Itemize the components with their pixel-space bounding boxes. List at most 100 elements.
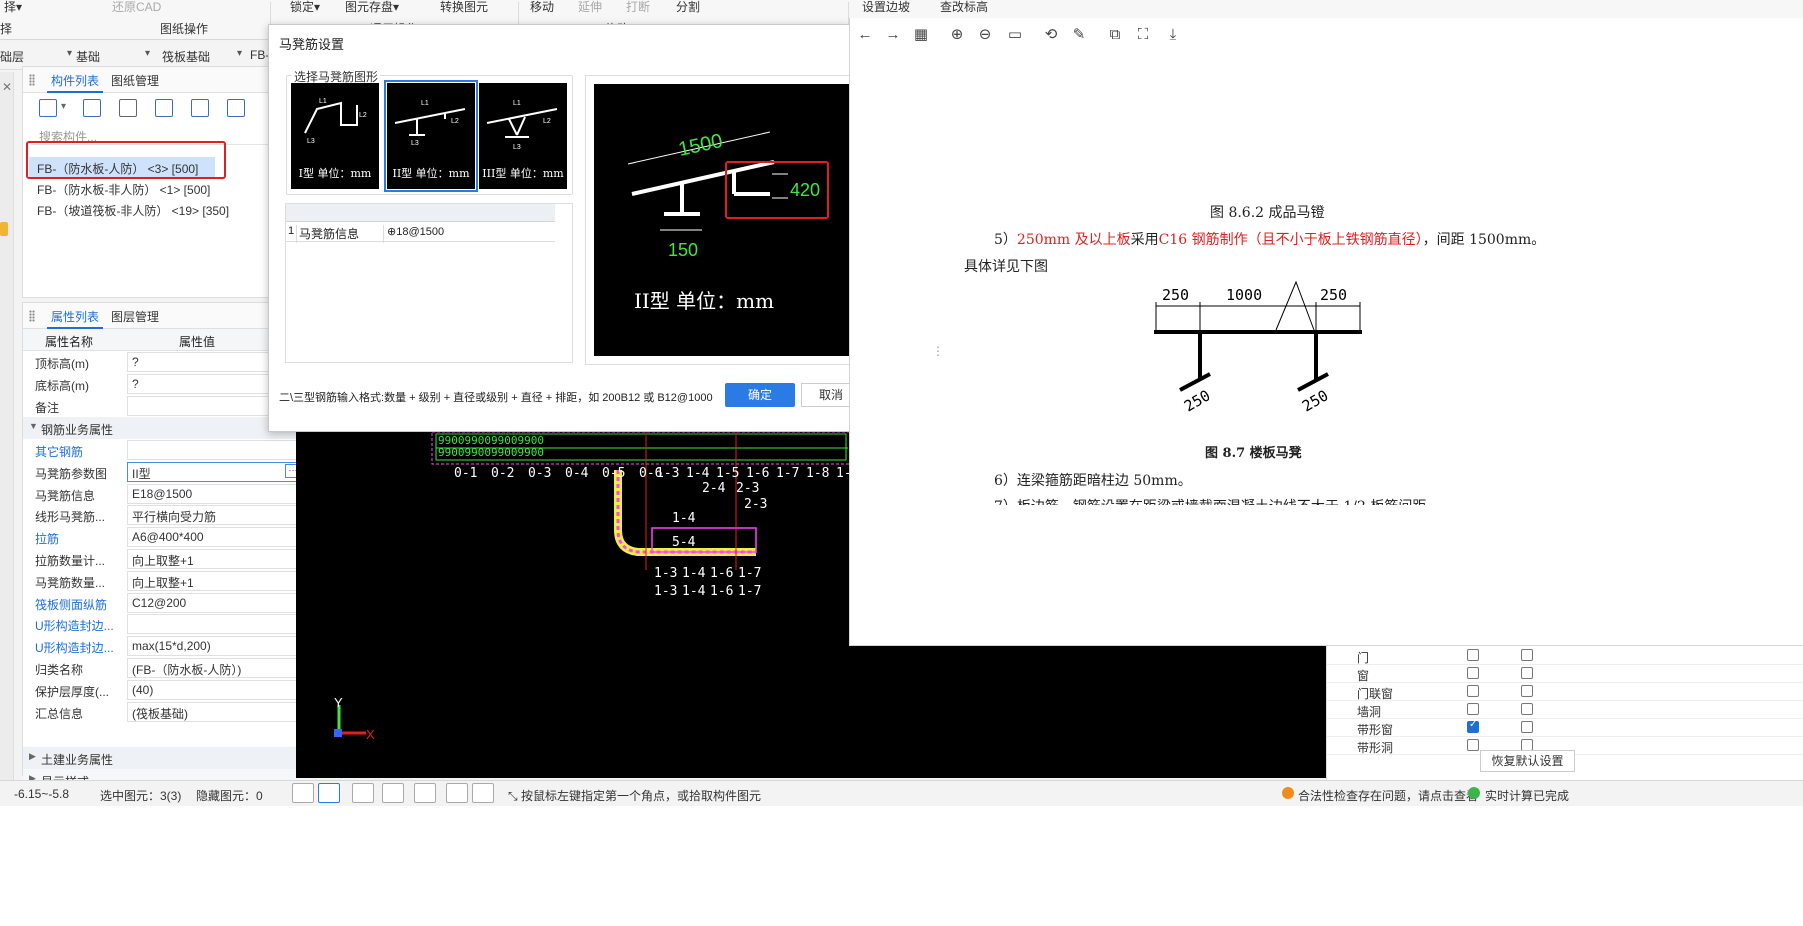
property-value[interactable]: 平行横向受力筋 [127, 505, 302, 526]
rotate-icon[interactable]: ⟲ [1042, 26, 1060, 44]
property-value[interactable]: E18@1500 [127, 483, 302, 504]
property-value[interactable]: (40) [127, 679, 302, 700]
zoom-out-icon[interactable]: ⊖ [976, 26, 994, 44]
checkbox[interactable] [1521, 685, 1533, 697]
property-value[interactable]: max(15*d,200) [127, 636, 302, 657]
display-icon[interactable] [446, 783, 468, 803]
tab-component-list[interactable]: 构件列表 [46, 72, 104, 93]
tab-layer-management[interactable]: 图层管理 [111, 308, 159, 325]
checkbox[interactable] [1467, 719, 1479, 733]
edit-elevation-button[interactable]: 查改标高 [940, 0, 988, 15]
property-value[interactable]: A6@400*400 [127, 527, 302, 548]
ok-button[interactable]: 确定 [725, 383, 795, 407]
drag-handle-icon[interactable]: ⋮ [932, 344, 944, 358]
property-row[interactable]: 马凳筋信息 E18@1500 [23, 483, 311, 505]
lock-menu[interactable]: 锁定▾ [290, 0, 320, 15]
checkbox[interactable] [1467, 667, 1479, 679]
copy-icon[interactable] [83, 99, 101, 117]
property-value[interactable]: (筏板基础) [127, 701, 302, 722]
property-row[interactable]: 马凳筋参数图 II型 ··· [23, 461, 311, 483]
checklist-label: 墙洞 [1357, 705, 1382, 719]
list-item[interactable]: FB-（坡道筏板-非人防） <19> [350] [29, 199, 237, 219]
shape-2-icon: L1 L2 L3 [394, 100, 466, 147]
edit-icon[interactable]: ✎ [1070, 26, 1088, 44]
snap-icon[interactable] [414, 783, 436, 803]
set-slope-button[interactable]: 设置边坡 [862, 0, 910, 15]
floor-select[interactable]: 础层 [0, 48, 72, 66]
forward-icon[interactable]: → [884, 26, 902, 44]
checkbox[interactable] [1521, 703, 1533, 715]
delete-icon[interactable] [119, 99, 137, 117]
checkbox[interactable] [1521, 667, 1533, 679]
checkbox[interactable] [1467, 703, 1479, 715]
table-row[interactable]: 1 马凳筋信息 ⊕18@1500 [286, 222, 555, 243]
back-icon[interactable]: ← [856, 26, 874, 44]
save-element-menu[interactable]: 图元存盘▾ [345, 0, 399, 15]
extend-button[interactable]: 延伸 [578, 0, 602, 15]
checkbox[interactable] [1521, 721, 1533, 733]
chevron-down-icon[interactable]: ▾ [61, 101, 66, 112]
drag-handle-icon[interactable] [29, 74, 35, 86]
checkbox[interactable] [1467, 739, 1479, 751]
property-value[interactable]: 向上取整+1 [127, 570, 302, 591]
type-select[interactable]: 筏板基础 [162, 48, 242, 66]
property-value[interactable]: C12@200 [127, 592, 302, 613]
shape-type-2[interactable]: L1 L2 L3 II型 单位：mm [384, 80, 478, 192]
fit-icon[interactable]: ▭ [1006, 26, 1024, 44]
reset-defaults-button[interactable]: 恢复默认设置 [1480, 750, 1575, 772]
component-icon[interactable] [0, 222, 8, 236]
drag-handle-icon[interactable] [29, 310, 35, 322]
property-row[interactable]: U形构造封边... max(15*d,200) [23, 635, 311, 657]
download-icon[interactable]: ⤓ [1164, 26, 1182, 44]
convert-element-button[interactable]: 转换图元 [440, 0, 488, 15]
tab-property-list[interactable]: 属性列表 [46, 308, 104, 329]
property-value[interactable] [127, 614, 302, 635]
ortho-icon[interactable] [292, 783, 314, 803]
property-row[interactable]: 拉筋数量计... 向上取整+1 [23, 548, 311, 570]
duplicate-icon[interactable] [155, 99, 173, 117]
shape-type-1[interactable]: L1 L2 L3 I型 单位：mm [291, 83, 379, 189]
tab-drawing-management[interactable]: 图纸管理 [111, 72, 159, 89]
shape-type-3[interactable]: L1 L2 L3 III型 单位：mm [479, 83, 567, 189]
angle-icon[interactable] [382, 783, 404, 803]
checkbox[interactable] [1467, 649, 1479, 661]
property-row[interactable]: 线形马凳筋... 平行横向受力筋 [23, 504, 311, 526]
select-mode-icon[interactable] [318, 783, 340, 803]
category-select[interactable]: 基础 [76, 48, 150, 66]
group-civil[interactable]: ▶ 土建业务属性 [23, 747, 311, 769]
property-row[interactable]: U形构造封边... [23, 613, 311, 635]
break-button[interactable]: 打断 [626, 0, 650, 15]
collapse-icon[interactable]: ▼ [29, 421, 38, 431]
property-row[interactable]: 保护层厚度(... (40) [23, 679, 311, 701]
property-row[interactable]: 归类名称 (FB-（防水板-人防）) [23, 657, 311, 679]
property-value[interactable]: II型 [127, 461, 302, 482]
list-item[interactable]: FB-（防水板-非人防） <1> [500] [29, 178, 218, 198]
cross-icon[interactable] [352, 783, 374, 803]
close-icon[interactable]: ✕ [2, 80, 12, 94]
zoom-in-icon[interactable]: ⊕ [948, 26, 966, 44]
arc-icon[interactable] [472, 783, 494, 803]
import-icon[interactable] [191, 99, 209, 117]
screenshot-icon[interactable]: ⛶ [1134, 26, 1152, 44]
property-row[interactable]: 汇总信息 (筏板基础) [23, 701, 311, 723]
copy-icon[interactable]: ⧉ [1106, 26, 1124, 44]
property-row[interactable]: 其它钢筋 [23, 439, 311, 461]
property-value[interactable]: (FB-（防水板-人防）) [127, 658, 302, 678]
property-value[interactable] [127, 440, 302, 460]
property-row[interactable]: 筏板侧面纵筋 C12@200 [23, 592, 311, 614]
property-row[interactable]: 拉筋 A6@400*400 [23, 526, 311, 548]
select-menu[interactable]: 择▾ [4, 0, 22, 15]
checkbox[interactable] [1521, 649, 1533, 661]
grid-icon[interactable]: ▦ [912, 26, 930, 44]
new-component-icon[interactable] [39, 99, 57, 117]
checkbox[interactable] [1467, 685, 1479, 697]
export-icon[interactable] [227, 99, 245, 117]
property-value[interactable]: 向上取整+1 [127, 549, 302, 569]
property-row[interactable]: 马凳筋数量... 向上取整+1 [23, 570, 311, 592]
validation-warning[interactable]: 合法性检查存在问题，请点击查看 [1298, 787, 1478, 804]
rebar-info-input[interactable]: ⊕18@1500 [383, 225, 444, 243]
restore-cad-button[interactable]: 还原CAD [112, 0, 161, 15]
move-button[interactable]: 移动 [530, 0, 554, 15]
split-button[interactable]: 分割 [676, 0, 700, 15]
expand-icon[interactable]: ▶ [29, 751, 36, 762]
